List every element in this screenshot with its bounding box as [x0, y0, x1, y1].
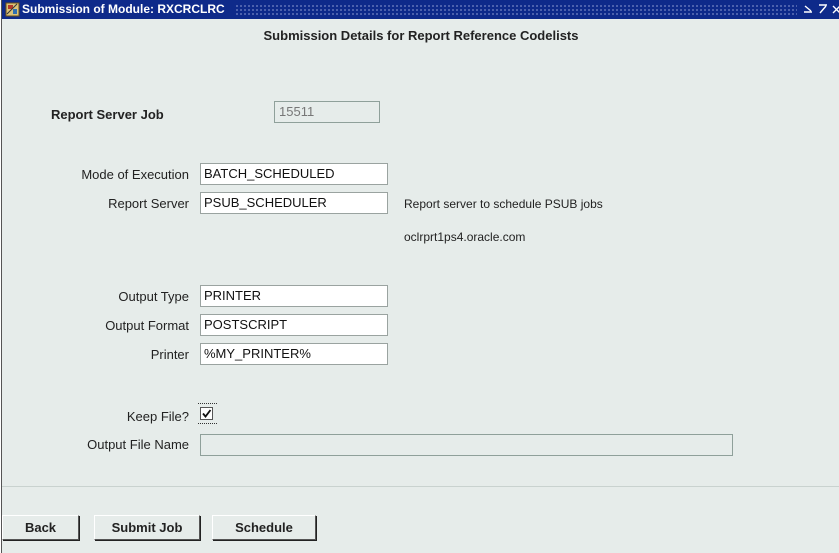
keep-file-label: Keep File? — [126, 409, 189, 424]
mode-of-execution-field[interactable]: BATCH_SCHEDULED — [200, 163, 388, 185]
submission-window: Submission of Module: RXCRCLRC Submissio… — [1, 0, 839, 553]
schedule-button[interactable]: Schedule — [212, 515, 316, 540]
output-type-label: Output Type — [118, 289, 189, 304]
mode-of-execution-label: Mode of Execution — [81, 167, 189, 182]
output-file-name-field — [200, 434, 733, 456]
report-server-job-field: 15511 — [274, 101, 380, 123]
printer-label: Printer — [150, 347, 189, 362]
page-title: Submission Details for Report Reference … — [263, 28, 579, 43]
divider — [2, 486, 839, 487]
back-button[interactable]: Back — [2, 515, 79, 540]
output-type-field[interactable]: PRINTER — [200, 285, 388, 307]
output-format-field[interactable]: POSTSCRIPT — [200, 314, 388, 336]
report-server-label: Report Server — [108, 196, 189, 211]
report-server-host: oclrprt1ps4.oracle.com — [404, 230, 526, 244]
output-format-label: Output Format — [105, 318, 189, 333]
app-icon — [5, 2, 20, 17]
close-icon[interactable] — [832, 3, 839, 17]
output-file-name-label: Output File Name — [87, 437, 189, 452]
report-server-field[interactable]: PSUB_SCHEDULER — [200, 192, 388, 214]
submit-job-button[interactable]: Submit Job — [94, 515, 200, 540]
keep-file-checkbox[interactable] — [200, 407, 213, 420]
window-titlebar[interactable]: Submission of Module: RXCRCLRC — [2, 0, 839, 19]
checkmark-icon — [202, 409, 212, 418]
titlebar-pattern — [235, 4, 797, 15]
printer-field[interactable]: %MY_PRINTER% — [200, 343, 388, 365]
report-server-description: Report server to schedule PSUB jobs — [404, 197, 603, 211]
window-title: Submission of Module: RXCRCLRC — [22, 2, 225, 16]
maximize-icon[interactable] — [817, 3, 829, 17]
report-server-job-label: Report Server Job — [51, 107, 164, 122]
minimize-icon[interactable] — [802, 3, 814, 17]
